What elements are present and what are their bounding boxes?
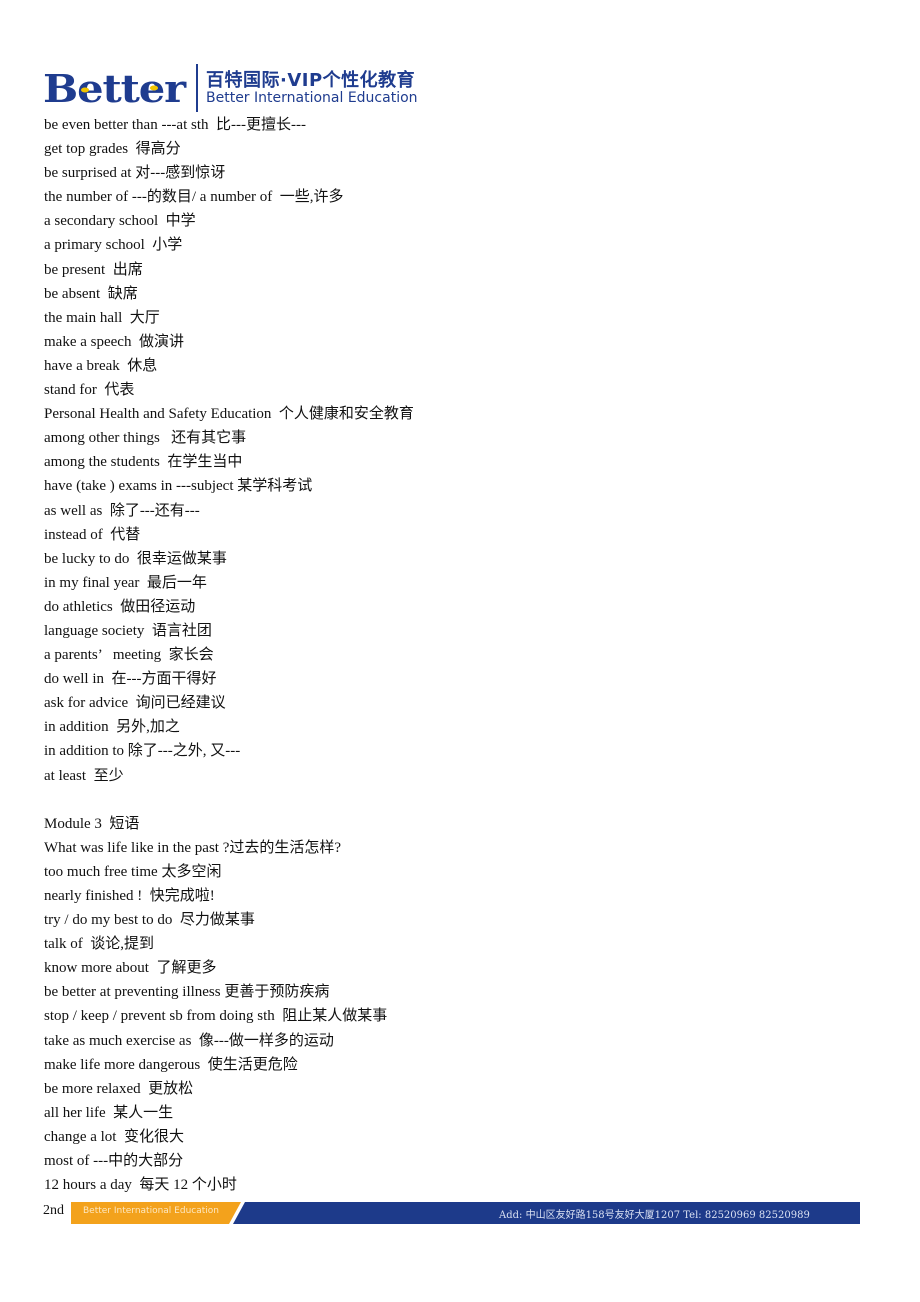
phrase-line: too much free time 太多空闲 [44,863,222,880]
phrase-line: the main hall 大厅 [44,309,160,326]
phrase-line: be better at preventing illness 更善于预防疾病 [44,984,330,1001]
phrase-line: be present 出席 [44,261,143,278]
phrase-line: nearly finished ! 快完成啦! [44,888,215,904]
phrase-line: all her life 某人一生 [44,1104,174,1121]
phrase-line: as well as 除了---还有--- [44,502,200,519]
phrase-line: get top grades 得高分 [44,141,181,158]
phrase-line: Personal Health and Safety Education 个人健… [44,406,414,423]
phrase-line: in addition to 除了---之外, 又--- [44,743,241,760]
phrase-line: 12 hours a day 每天 12 个小时 [44,1177,237,1194]
page-footer: 2nd Better International Education Add: … [43,1202,860,1224]
phrase-line: a secondary school 中学 [44,213,196,230]
phrase-line: stand for 代表 [44,382,135,399]
phrase-line: make life more dangerous 使生活更危险 [44,1056,298,1073]
module-heading: Module 3 短语 [44,815,140,832]
phrase-line: most of ---中的大部分 [44,1153,184,1170]
brand-name-en: Better International Education [206,90,418,106]
phrase-line: know more about 了解更多 [44,960,217,977]
phrase-list: be even better than ---at sth 比---更擅长---… [44,113,864,1197]
phrase-line: ask for advice 询问已经建议 [44,695,226,712]
phrase-line: stop / keep / prevent sb from doing sth … [44,1008,388,1025]
phrase-line: a parents’ meeting 家长会 [44,647,214,664]
phrase-line: the number of ---的数目/ a number of 一些,许多 [44,189,344,206]
footer-address: Add: 中山区友好路158号友好大厦1207 Tel: 82520969 82… [499,1210,810,1221]
phrase-line: make a speech 做演讲 [44,333,184,350]
phrase-line: in addition 另外,加之 [44,719,180,736]
svg-text:Better: Better [43,66,187,110]
page-number: 2nd [43,1203,64,1218]
phrase-line: be more relaxed 更放松 [44,1080,194,1097]
phrase-line: at least 至少 [44,767,124,784]
phrase-line: in my final year 最后一年 [44,574,207,591]
phrase-line: do athletics 做田径运动 [44,598,196,615]
better-logo-icon: Better [43,66,188,110]
footer-brand-text: Better International Education [83,1206,219,1216]
phrase-line: a primary school 小学 [44,237,183,254]
document-page: Better 百特国际·VIP个性化教育 Better Internationa… [0,0,920,1302]
phrase-line: among other things 还有其它事 [44,430,247,447]
phrase-line: be lucky to do 很幸运做某事 [44,550,227,567]
phrase-line: try / do my best to do 尽力做某事 [44,912,255,929]
phrase-line: be surprised at 对---感到惊讶 [44,165,226,182]
phrase-line: be even better than ---at sth 比---更擅长--- [44,117,306,133]
phrase-line: instead of 代替 [44,526,141,543]
phrase-line: among the students 在学生当中 [44,454,243,471]
phrase-line: talk of 谈论,提到 [44,936,154,953]
phrase-line: have a break 休息 [44,357,158,374]
phrase-line: be absent 缺席 [44,285,138,302]
phrase-line: change a lot 变化很大 [44,1128,184,1145]
phrase-line: language society 语言社团 [44,622,212,639]
phrase-line: What was life like in the past ?过去的生活怎样? [44,839,342,856]
letterhead: Better 百特国际·VIP个性化教育 Better Internationa… [43,64,443,112]
phrase-line: do well in 在---方面干得好 [44,671,217,688]
logo-divider [196,64,198,112]
phrase-line: take as much exercise as 像---做一样多的运动 [44,1032,334,1049]
phrase-line: have (take ) exams in ---subject 某学科考试 [44,478,313,495]
brand-name-cn: 百特国际·VIP个性化教育 [206,70,416,91]
